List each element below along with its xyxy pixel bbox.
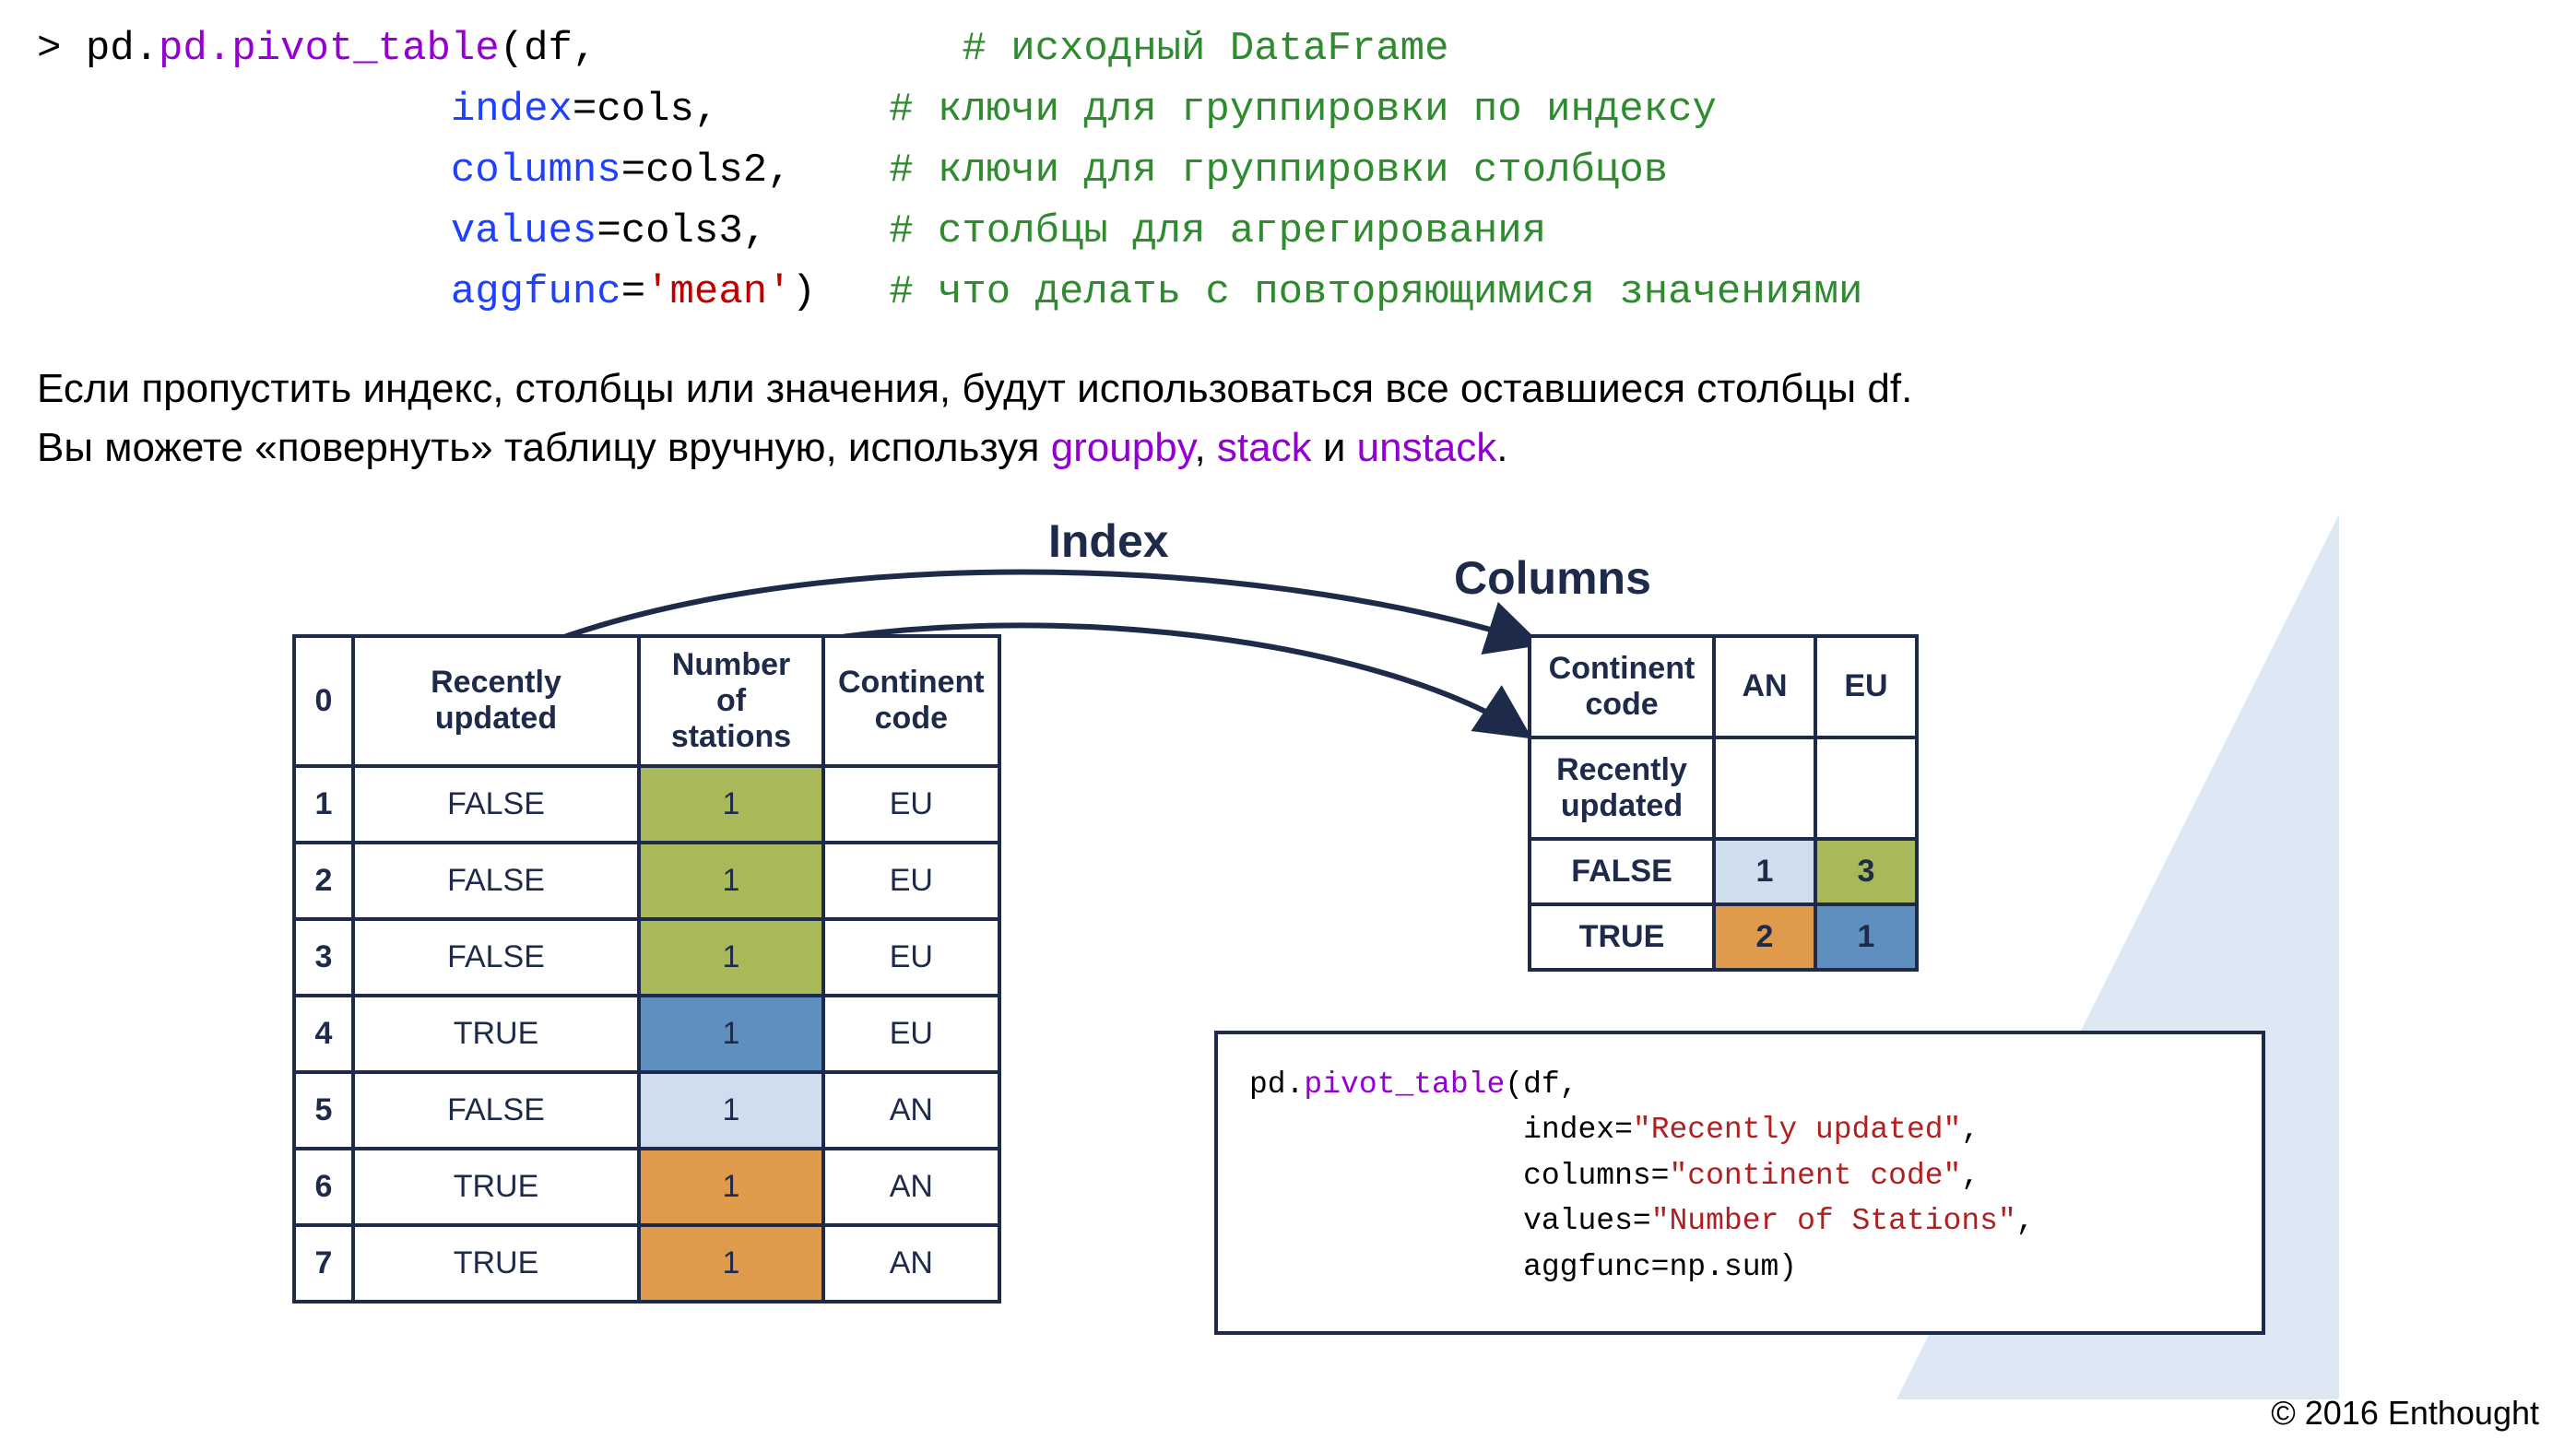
table-row: TRUE 2 1 — [1530, 904, 1917, 970]
table-row: 6TRUE1AN — [294, 1149, 999, 1225]
code-snippet: pd.pivot_table(df, index="Recently updat… — [1214, 1031, 2265, 1335]
explanation-paragraph: Если пропустить индекс, столбцы или знач… — [37, 360, 2539, 478]
table-row: 7TRUE1AN — [294, 1225, 999, 1302]
source-table: 0 Recently updated Number of stations Co… — [292, 634, 1001, 1304]
link-stack: stack — [1217, 425, 1312, 470]
table-header-row: 0 Recently updated Number of stations Co… — [294, 636, 999, 766]
table-row: 1FALSE1EU — [294, 766, 999, 843]
table-row: 4TRUE1EU — [294, 996, 999, 1072]
func-pivot-table: pd.pivot_table — [159, 26, 500, 72]
table-header-row: Continent code AN EU — [1530, 636, 1917, 737]
header-continent-code: Continent code — [823, 636, 999, 766]
pivot-diagram: Index Columns 0 Recently updated Number … — [255, 514, 2321, 1399]
link-groupby: groupby — [1051, 425, 1195, 470]
prompt: > — [37, 26, 86, 72]
label-columns: Columns — [1454, 551, 1651, 605]
pivot-table: Continent code AN EU Recently updated FA… — [1528, 634, 1919, 972]
code-example: > pd.pd.pivot_table(df, # исходный DataF… — [37, 18, 2539, 323]
header-number-of-stations: Number of stations — [639, 636, 823, 766]
link-unstack: unstack — [1357, 425, 1497, 470]
table-row: 5FALSE1AN — [294, 1072, 999, 1149]
table-row: 2FALSE1EU — [294, 843, 999, 919]
table-row: Recently updated — [1530, 737, 1917, 839]
copyright: © 2016 Enthought — [2271, 1394, 2539, 1433]
label-index: Index — [1048, 514, 1169, 568]
table-row: FALSE 1 3 — [1530, 839, 1917, 904]
table-row: 3FALSE1EU — [294, 919, 999, 996]
